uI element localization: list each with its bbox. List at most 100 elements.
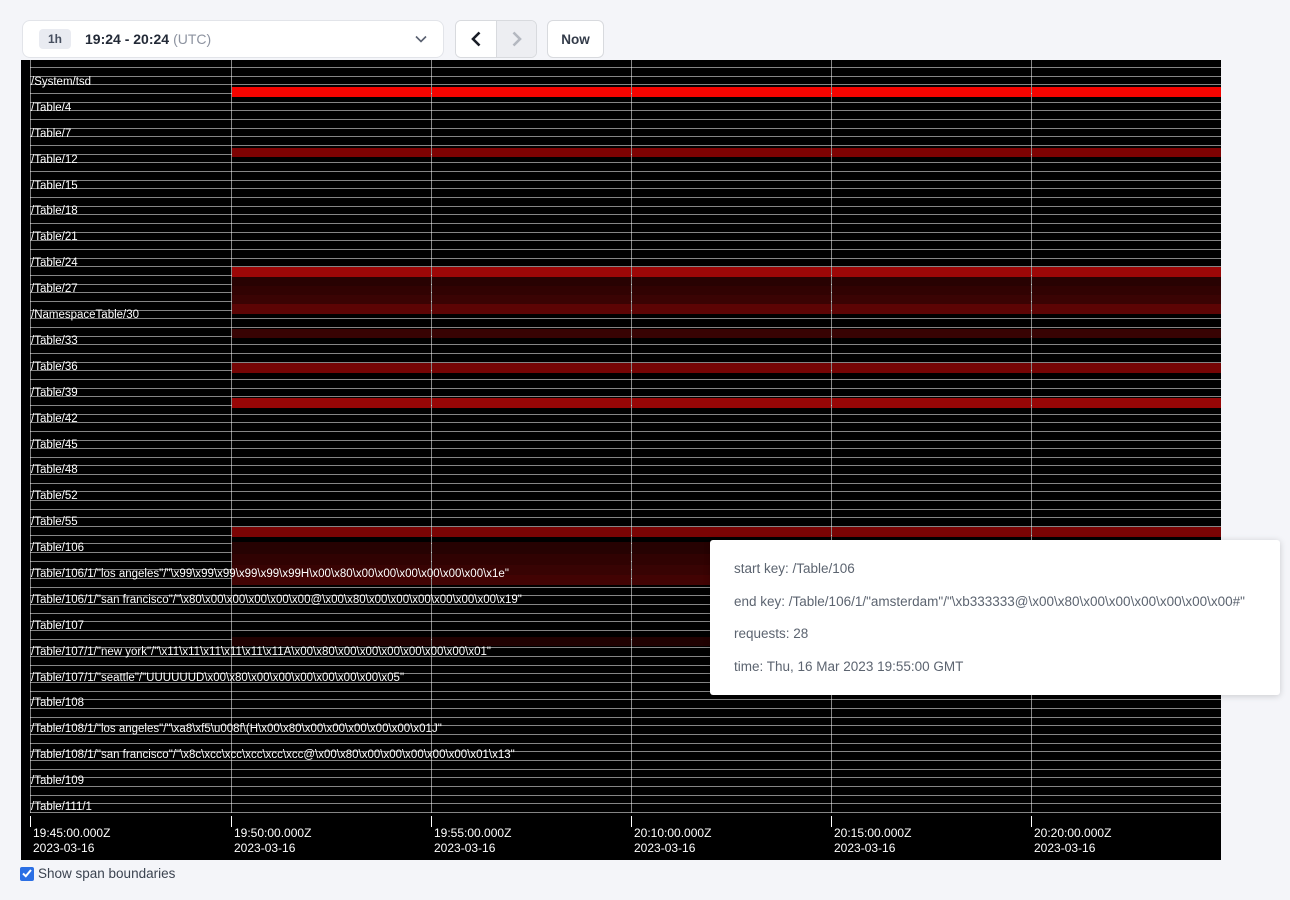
heat-bar[interactable] (832, 87, 1031, 97)
heat-bar[interactable] (232, 527, 431, 537)
heat-bar[interactable] (832, 295, 1031, 304)
heat-bar[interactable] (232, 87, 431, 97)
span-boundary-line (30, 812, 1221, 813)
heat-bar[interactable] (632, 304, 831, 314)
heat-bar[interactable] (232, 277, 431, 286)
span-boundary-line (30, 465, 1221, 466)
heat-bar[interactable] (832, 398, 1031, 408)
axis-label: 20:15:00.000Z2023-03-16 (834, 826, 911, 856)
heat-bar[interactable] (432, 398, 631, 408)
key-visualizer-canvas[interactable]: /System/tsd/Table/4/Table/7/Table/12/Tab… (21, 60, 1221, 860)
time-range-label: 19:24 - 20:24(UTC) (85, 31, 211, 47)
heat-bar[interactable] (232, 363, 431, 373)
heat-bar[interactable] (1032, 304, 1221, 314)
heat-bar[interactable] (232, 542, 431, 554)
heat-bar[interactable] (1032, 87, 1221, 97)
heat-bar[interactable] (832, 527, 1031, 537)
time-range-dropdown[interactable]: 1h 19:24 - 20:24(UTC) (22, 20, 444, 58)
heat-bar[interactable] (232, 295, 431, 304)
axis-label: 19:55:00.000Z2023-03-16 (434, 826, 511, 856)
heat-bar[interactable] (232, 148, 431, 157)
span-boundary-line (30, 414, 1221, 415)
row-label: /Table/107 (31, 620, 84, 633)
heat-bar[interactable] (832, 277, 1031, 286)
heat-bar[interactable] (632, 87, 831, 97)
row-label: /Table/7 (31, 128, 71, 141)
now-button[interactable]: Now (547, 20, 604, 58)
heat-bar[interactable] (632, 398, 831, 408)
heat-bar[interactable] (432, 554, 631, 565)
heat-bar[interactable] (432, 329, 631, 338)
heat-bar[interactable] (432, 277, 631, 286)
heat-bar[interactable] (432, 267, 631, 277)
span-boundary-line (30, 206, 1221, 207)
checkbox-checked-icon[interactable] (20, 867, 34, 881)
heat-bar[interactable] (232, 398, 431, 408)
row-label: /Table/111/1 (31, 801, 92, 814)
span-boundary-line (30, 431, 1221, 432)
heat-bar[interactable] (232, 637, 431, 646)
heat-bar[interactable] (432, 148, 631, 157)
heat-bar[interactable] (832, 304, 1031, 314)
heat-bar[interactable] (232, 286, 431, 295)
heat-bar[interactable] (432, 527, 631, 537)
heat-bar[interactable] (632, 329, 831, 338)
heat-bar[interactable] (432, 295, 631, 304)
heat-bar[interactable] (432, 637, 631, 646)
show-span-boundaries-control[interactable]: Show span boundaries (20, 866, 175, 881)
heat-bar[interactable] (632, 527, 831, 537)
heat-bar[interactable] (1032, 148, 1221, 157)
checkbox-label: Show span boundaries (38, 866, 175, 881)
heat-bar[interactable] (1032, 267, 1221, 277)
heat-bar[interactable] (1032, 398, 1221, 408)
heat-bar[interactable] (1032, 277, 1221, 286)
prev-interval-button[interactable] (456, 21, 496, 57)
heat-bar[interactable] (1032, 363, 1221, 373)
row-label: /Table/55 (31, 516, 78, 529)
span-boundary-line (30, 491, 1221, 492)
heat-bar[interactable] (832, 148, 1031, 157)
row-label: /Table/33 (31, 335, 78, 348)
heat-bar[interactable] (432, 363, 631, 373)
row-label: /Table/27 (31, 283, 78, 296)
heat-bar[interactable] (832, 286, 1031, 295)
span-boundary-line (30, 474, 1221, 475)
heat-bar[interactable] (832, 329, 1031, 338)
span-boundary-line (30, 232, 1221, 233)
heat-bar[interactable] (1032, 286, 1221, 295)
heat-bar[interactable] (632, 148, 831, 157)
heat-bar[interactable] (232, 329, 431, 338)
axis-tick (831, 816, 832, 827)
time-boundary-line (231, 60, 232, 813)
heat-bar[interactable] (432, 87, 631, 97)
axis-date: 2023-03-16 (234, 841, 311, 856)
span-boundary-line (30, 699, 1221, 700)
heat-bar[interactable] (1032, 527, 1221, 537)
row-label: /Table/107/1/"seattle"/"UUUUUUD\x00\x80\… (31, 672, 404, 685)
span-boundary-line (30, 517, 1221, 518)
span-boundary-line (30, 249, 1221, 250)
heat-bar[interactable] (1032, 295, 1221, 304)
span-boundary-line (30, 717, 1221, 718)
heat-bar[interactable] (832, 267, 1031, 277)
row-label: /Table/15 (31, 180, 78, 193)
axis-tick (231, 816, 232, 827)
next-interval-button[interactable] (496, 21, 536, 57)
span-boundary-line (30, 500, 1221, 501)
heat-bar[interactable] (432, 304, 631, 314)
span-boundary-line (30, 119, 1221, 120)
heat-bar[interactable] (632, 267, 831, 277)
heat-bar[interactable] (232, 554, 431, 565)
heat-bar[interactable] (232, 267, 431, 277)
heat-bar[interactable] (432, 542, 631, 554)
heat-bar[interactable] (632, 286, 831, 295)
heat-bar[interactable] (1032, 329, 1221, 338)
heat-bar[interactable] (632, 277, 831, 286)
heat-bar[interactable] (832, 363, 1031, 373)
span-boundary-line (30, 803, 1221, 804)
row-label: /Table/108 (31, 697, 84, 710)
heat-bar[interactable] (432, 286, 631, 295)
heat-bar[interactable] (632, 363, 831, 373)
heat-bar[interactable] (632, 295, 831, 304)
heat-bar[interactable] (232, 304, 431, 314)
